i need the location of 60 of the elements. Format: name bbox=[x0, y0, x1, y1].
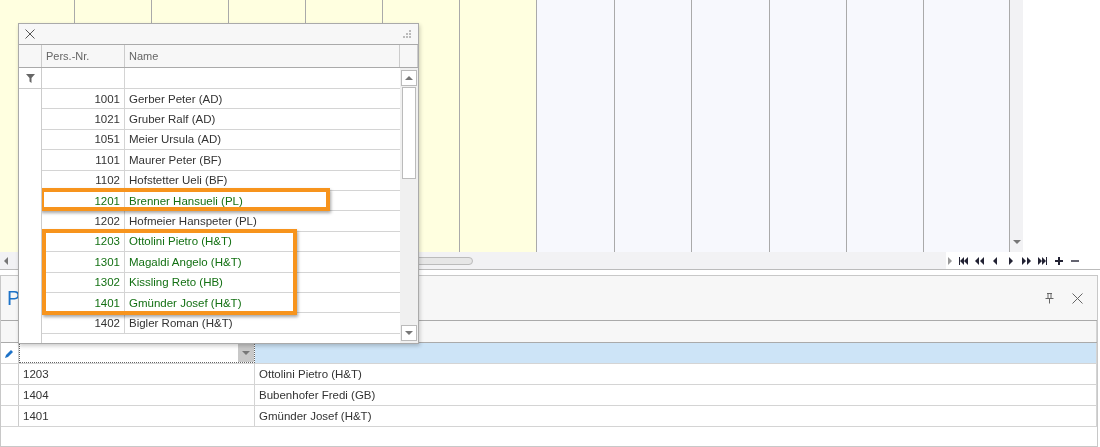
scroll-down-icon bbox=[405, 329, 413, 337]
person-name[interactable]: Magaldi Angelo (H&T) bbox=[129, 255, 242, 268]
plus-icon bbox=[1054, 255, 1064, 266]
person-number[interactable]: 1101 bbox=[95, 153, 120, 166]
person-name[interactable]: Gruber Ralf (AD) bbox=[129, 113, 216, 126]
close-icon bbox=[1072, 292, 1083, 304]
resize-grip-icon bbox=[403, 29, 412, 39]
person-number[interactable]: 1202 bbox=[94, 215, 120, 228]
person-number[interactable]: 1051 bbox=[94, 133, 120, 146]
table-cell: Bubenhofer Fredi (GB) bbox=[255, 385, 1097, 405]
scroll-right-icon bbox=[946, 256, 954, 265]
person-name[interactable]: Gmünder Josef (H&T) bbox=[129, 296, 242, 309]
last-record-icon bbox=[1038, 255, 1048, 266]
person-name[interactable]: Hofmeier Hanspeter (PL) bbox=[129, 215, 257, 228]
column-header[interactable]: Pers.-Nr. bbox=[42, 45, 125, 67]
dropdown-button[interactable] bbox=[238, 344, 254, 362]
table-cell: 1203 bbox=[19, 364, 255, 384]
next-record-icon bbox=[1006, 255, 1016, 266]
close-button[interactable] bbox=[1072, 292, 1083, 304]
pencil-icon bbox=[5, 348, 14, 358]
person-number[interactable]: 1402 bbox=[94, 317, 120, 329]
filter-icon bbox=[25, 73, 35, 83]
pin-button[interactable] bbox=[1045, 292, 1054, 304]
person-number[interactable]: 1001 bbox=[94, 92, 120, 105]
vertical-scrollbar[interactable] bbox=[400, 68, 418, 343]
dropdown-field[interactable] bbox=[19, 343, 255, 363]
previous-page-icon bbox=[974, 255, 984, 266]
scroll-left-icon bbox=[2, 256, 10, 265]
person-name[interactable]: Maurer Peter (BF) bbox=[129, 153, 222, 166]
table-cell: Gmünder Josef (H&T) bbox=[255, 406, 1097, 426]
caret-icon bbox=[242, 349, 250, 357]
person-name[interactable]: Brenner Hansueli (PL) bbox=[129, 194, 243, 207]
table-cell: 1401 bbox=[19, 406, 255, 426]
person-name[interactable]: Ottolini Pietro (H&T) bbox=[129, 235, 232, 248]
person-name[interactable]: Hofstetter Ueli (BF) bbox=[129, 174, 228, 187]
vertical-scrollbar[interactable] bbox=[1010, 0, 1023, 252]
person-number[interactable]: 1201 bbox=[94, 194, 120, 207]
scroll-down-icon bbox=[1012, 238, 1021, 246]
next-page-icon bbox=[1022, 255, 1032, 266]
person-name[interactable]: Gerber Peter (AD) bbox=[129, 92, 223, 105]
person-name[interactable]: Kissling Reto (HB) bbox=[129, 276, 223, 289]
scroll-thumb[interactable] bbox=[402, 87, 416, 179]
person-number[interactable]: 1401 bbox=[94, 296, 120, 309]
table-cell: 1404 bbox=[19, 385, 255, 405]
pin-icon bbox=[1045, 292, 1054, 304]
scroll-down-button[interactable] bbox=[401, 325, 417, 341]
person-name[interactable]: Bigler Roman (H&T) bbox=[129, 317, 233, 329]
column-header[interactable]: Name bbox=[125, 45, 400, 67]
scroll-up-button[interactable] bbox=[401, 70, 417, 86]
person-number[interactable]: 1021 bbox=[94, 113, 120, 126]
person-name[interactable]: Meier Ursula (AD) bbox=[129, 133, 221, 146]
table-cell: Ottolini Pietro (H&T) bbox=[255, 364, 1097, 384]
person-number[interactable]: 1203 bbox=[94, 235, 120, 248]
person-number[interactable]: 1302 bbox=[94, 276, 120, 289]
person-number[interactable]: 1301 bbox=[94, 255, 120, 268]
close-icon bbox=[25, 29, 35, 39]
person-number[interactable]: 1102 bbox=[95, 174, 120, 187]
scroll-up-icon bbox=[405, 74, 413, 82]
first-record-icon bbox=[958, 255, 968, 266]
close-button[interactable] bbox=[25, 29, 35, 39]
